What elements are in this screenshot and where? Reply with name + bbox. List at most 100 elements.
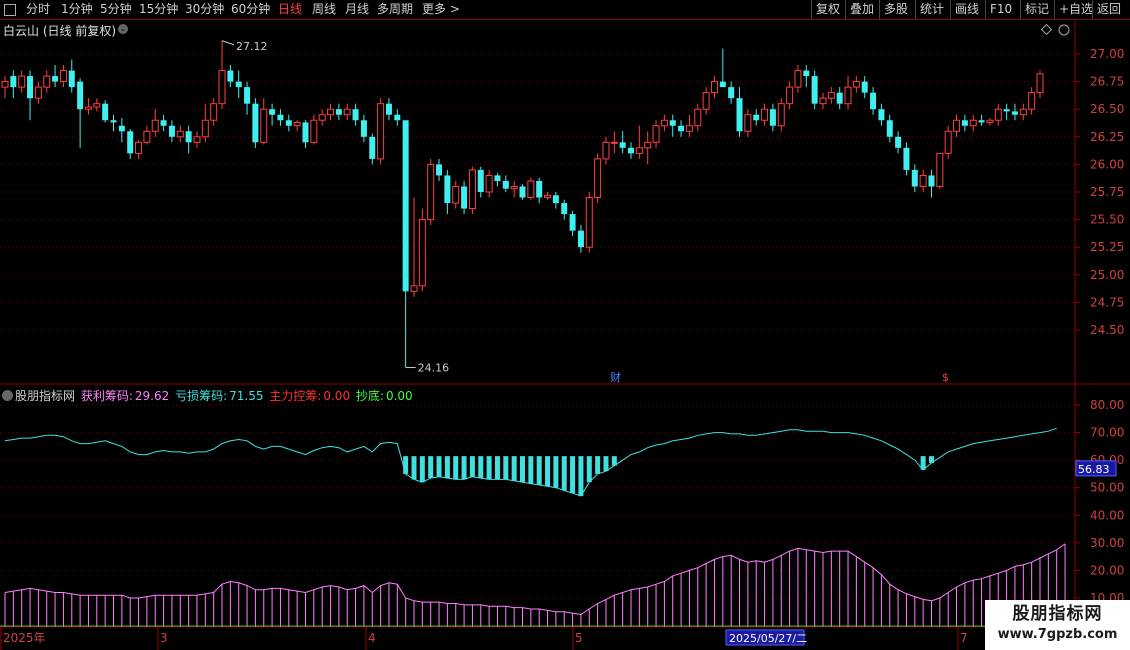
loss-bar [561,456,567,491]
candle-body [193,136,201,143]
candle-body [285,120,292,126]
candle-body [536,180,543,198]
price-tick-label: 24.50 [1090,323,1124,337]
loss-bar [503,456,509,480]
watermark: 股朋指标网 www.7gpzb.com [985,600,1130,650]
high-marker-line [221,40,235,46]
candle-body [1036,73,1044,94]
candle-body [527,180,535,199]
candle-body [919,174,927,187]
loss-bar [469,456,475,477]
event-marker: $ [942,371,949,384]
profit-chip-value: 29.62 [134,389,170,403]
candle-body [819,97,827,105]
candle-body [1,81,9,88]
loss-bar [586,456,592,483]
candle-body [911,169,918,187]
low-price-label: 24.16 [418,362,450,375]
candle-body [577,230,584,248]
candle-body [227,70,234,82]
candle-body [277,114,284,121]
candle-body [485,174,493,193]
candle-body [427,163,435,221]
candle-body [293,121,301,127]
indicator-menu-icon[interactable] [2,390,13,401]
indicator-tick-label: 80.00 [1090,398,1124,412]
candle-body [594,158,602,199]
candle-body [903,147,910,170]
candle-body [610,141,618,144]
candle-body [761,108,769,121]
candle-body [702,92,710,110]
candle-body [978,120,985,123]
loss-chip-label: 亏损筹码: [175,389,228,403]
candle-body [561,203,568,215]
candle-body [343,108,351,116]
candle-body [969,119,977,127]
candle-body [127,131,134,154]
candle-body [728,87,735,99]
date-label: 3 [160,631,168,645]
candle-body [928,175,935,187]
candle-body [352,109,359,121]
candle-body [861,81,868,93]
candle-body [619,142,626,148]
indicator-name: 股朋指标网 [15,389,76,403]
main-control-label: 主力控筹: [269,389,322,403]
candle-body [510,185,518,190]
current-value-label: 56.83 [1078,463,1110,476]
candle-body [803,70,810,77]
indicator-tick-label: 30.00 [1090,536,1124,550]
kline-chart[interactable]: 27.12 24.16 财 $ 27.00 26.75 26.50 26.25 26.00 25… [0,0,1130,650]
candle-body [34,86,42,99]
candle-body [569,214,576,231]
candle-body [953,119,961,132]
candle-body [235,81,242,88]
date-label: 5 [575,631,583,645]
high-price-label: 27.12 [236,40,267,53]
loss-bar [453,456,459,480]
loss-bar [494,456,500,480]
candle-body [844,86,852,105]
loss-bar [536,456,542,485]
price-tick-label: 25.50 [1090,213,1124,227]
candle-body [302,122,309,143]
loss-bar [578,456,584,496]
loss-bar [444,456,450,479]
loss-bar [545,456,551,487]
candle-body [394,114,401,121]
candle-body [436,164,443,176]
indicator-tick-label: 70.00 [1090,426,1124,440]
price-tick-label: 27.00 [1090,47,1124,61]
candle-body [310,119,318,143]
price-tick-label: 25.25 [1090,240,1124,254]
candle-body [68,70,75,88]
candle-body [461,186,468,209]
diamond-icon [1040,23,1053,36]
candle-body [260,108,268,143]
candle-body [936,152,944,187]
candle-body [961,120,968,126]
candle-body [27,76,34,99]
candle-body [377,103,385,160]
candle-body [602,141,610,160]
settings-icon [1058,24,1070,36]
candle-body [118,125,125,132]
candle-body [852,81,860,88]
candle-body [176,130,184,138]
price-tick-label: 25.00 [1090,268,1124,282]
candle-body [585,197,593,248]
date-label: 2025年 [3,631,46,645]
candle-body [410,285,418,292]
candle-body [18,75,26,88]
candle-body [360,120,367,137]
candle-body [1003,109,1010,112]
candle-body [335,109,342,115]
loss-chip-value: 71.55 [229,389,264,403]
candle-body [93,103,101,108]
watermark-url: www.7gpzb.com [997,627,1118,642]
bottom-fish-label: 抄底: [355,389,384,403]
candle-body [753,114,760,121]
candle-body [168,125,175,137]
loss-bar [528,456,534,484]
